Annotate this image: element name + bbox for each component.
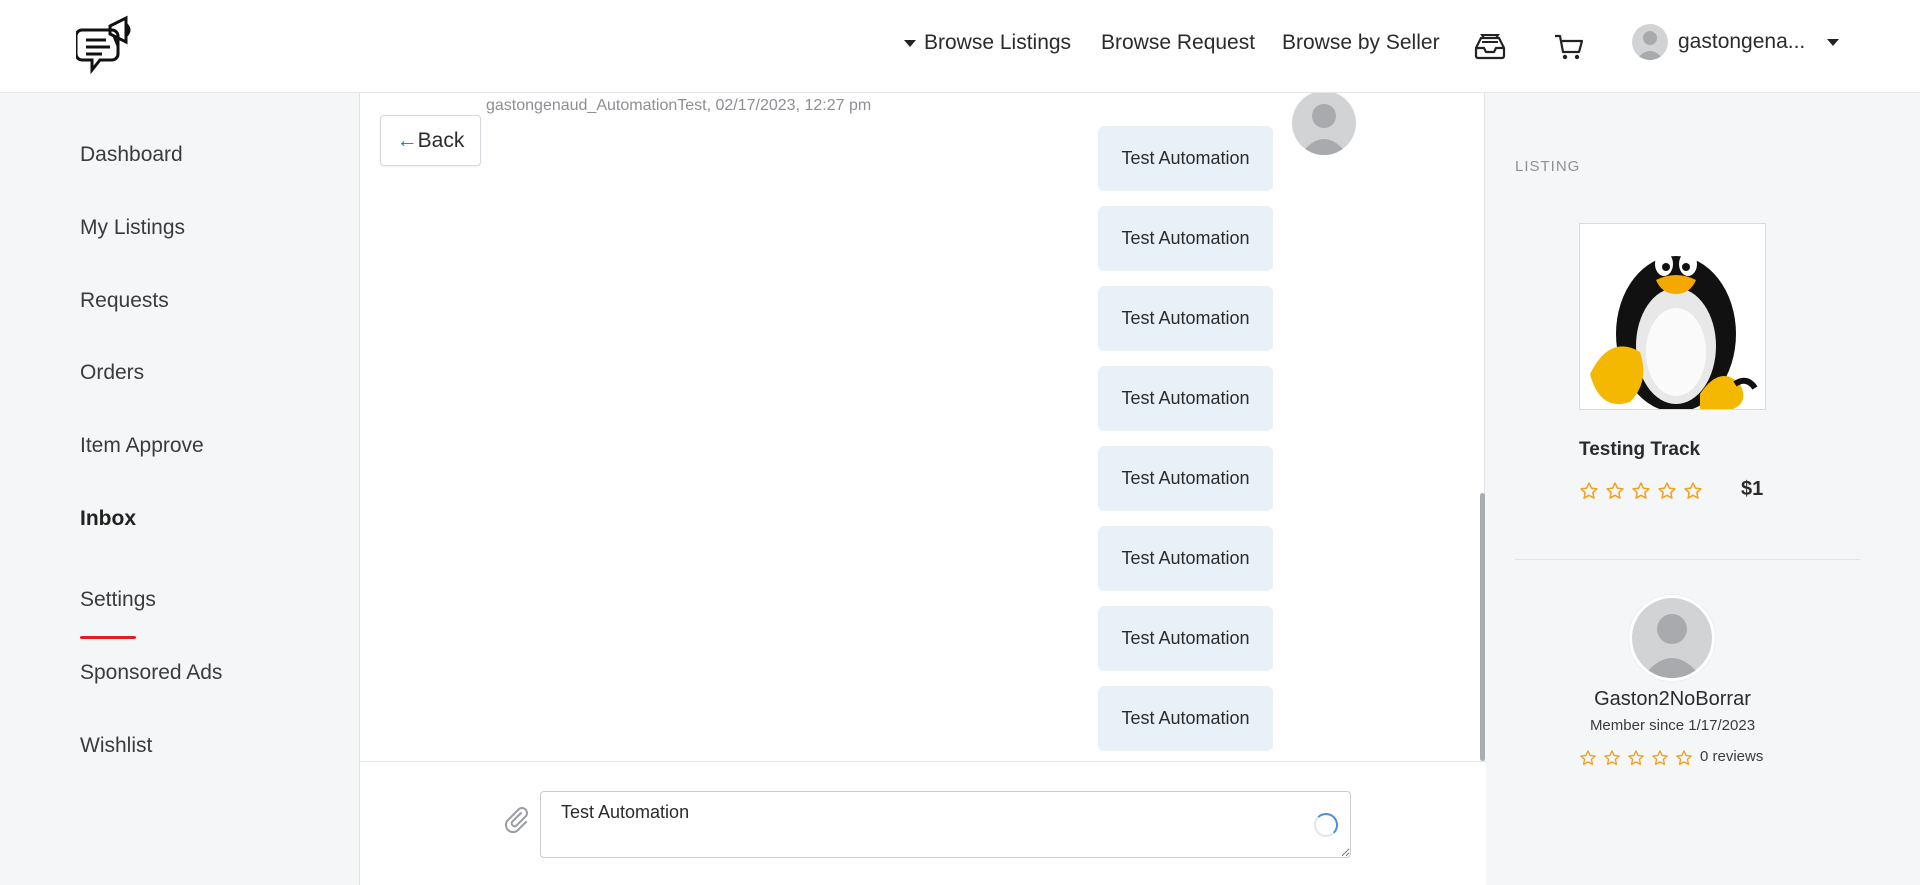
product-image[interactable] xyxy=(1579,223,1766,410)
sidebar-item-item-approve[interactable]: Item Approve xyxy=(80,434,204,458)
browse-listings-dropdown[interactable]: Browse Listings xyxy=(904,31,1071,55)
active-indicator xyxy=(80,636,136,639)
browse-by-seller-link[interactable]: Browse by Seller xyxy=(1282,31,1440,55)
star-icon xyxy=(1658,482,1676,499)
avatar xyxy=(1292,93,1356,155)
sidebar-item-requests[interactable]: Requests xyxy=(80,289,169,313)
star-icon xyxy=(1628,750,1644,766)
star-icon xyxy=(1676,750,1692,766)
cart-icon[interactable] xyxy=(1551,28,1587,64)
message-bubble: Test Automation xyxy=(1098,526,1273,591)
loading-spinner-icon xyxy=(1314,813,1338,837)
review-count: 0 reviews xyxy=(1700,748,1764,765)
sidebar-item-sponsored-ads[interactable]: Sponsored Ads xyxy=(80,661,222,685)
back-label: Back xyxy=(417,128,465,152)
penguin-image xyxy=(1590,252,1758,409)
sidebar-item-my-listings[interactable]: My Listings xyxy=(80,216,185,240)
message-bubble: Test Automation xyxy=(1098,446,1273,511)
member-since: Member since 1/17/2023 xyxy=(1589,717,1756,734)
browse-listings-label: Browse Listings xyxy=(924,31,1072,54)
message-bubble: Test Automation xyxy=(1098,206,1273,271)
message-bubble: Test Automation xyxy=(1098,126,1273,191)
logo-icon[interactable] xyxy=(76,14,138,78)
sidebar-item-inbox[interactable]: Inbox xyxy=(80,507,136,531)
person-icon xyxy=(1636,31,1664,60)
user-menu[interactable]: gastongena... xyxy=(1632,24,1840,60)
star-icon xyxy=(1684,482,1702,499)
caret-down-icon xyxy=(1827,38,1840,46)
browse-request-link[interactable]: Browse Request xyxy=(1101,31,1255,55)
star-icon xyxy=(1632,482,1650,499)
sidebar-item-orders[interactable]: Orders xyxy=(80,361,144,385)
user-name: gastongena... xyxy=(1678,30,1806,53)
star-icon xyxy=(1606,482,1624,499)
message-composer xyxy=(360,761,1486,885)
star-icon xyxy=(1580,750,1596,766)
back-button[interactable]: ← Back xyxy=(380,115,481,166)
paperclip-icon[interactable] xyxy=(501,804,531,834)
sidebar-item-settings[interactable]: Settings xyxy=(80,588,156,612)
person-icon xyxy=(1642,614,1702,678)
product-title[interactable]: Testing Track xyxy=(1579,439,1700,461)
top-header: Browse Listings Browse Request Browse by… xyxy=(0,0,1920,93)
person-icon xyxy=(1300,104,1348,155)
star-icon xyxy=(1604,750,1620,766)
product-price: $1 xyxy=(1741,478,1764,500)
seller-name[interactable]: Gaston2NoBorrar xyxy=(1485,688,1860,711)
message-meta: gastongenaud_AutomationTest, 02/17/2023,… xyxy=(486,97,872,114)
message-input[interactable] xyxy=(540,791,1351,858)
chat-panel: gastongenaud_AutomationTest, 02/17/2023,… xyxy=(359,93,1486,885)
caret-down-icon xyxy=(904,39,916,47)
listing-panel: LISTING Testing Track $1 Gaston2NoBorrar… xyxy=(1485,93,1920,885)
sidebar-item-dashboard[interactable]: Dashboard xyxy=(80,143,183,167)
seller-rating xyxy=(1579,749,1693,767)
avatar xyxy=(1632,24,1668,60)
sidebar-item-wishlist[interactable]: Wishlist xyxy=(80,734,152,758)
inbox-tray-icon[interactable] xyxy=(1472,28,1508,64)
star-icon xyxy=(1652,750,1668,766)
divider xyxy=(1515,559,1860,560)
arrow-left-icon: ← xyxy=(396,128,418,152)
listing-rating xyxy=(1579,481,1703,501)
listing-heading: LISTING xyxy=(1515,158,1581,175)
seller-avatar[interactable] xyxy=(1629,595,1715,681)
message-bubble: Test Automation xyxy=(1098,686,1273,751)
message-bubble: Test Automation xyxy=(1098,286,1273,351)
message-list: Test Automation Test Automation Test Aut… xyxy=(1098,126,1273,761)
message-thread[interactable]: gastongenaud_AutomationTest, 02/17/2023,… xyxy=(360,93,1486,761)
message-bubble: Test Automation xyxy=(1098,606,1273,671)
star-icon xyxy=(1580,482,1598,499)
sidebar: Dashboard My Listings Requests Orders It… xyxy=(0,93,360,885)
message-bubble: Test Automation xyxy=(1098,366,1273,431)
